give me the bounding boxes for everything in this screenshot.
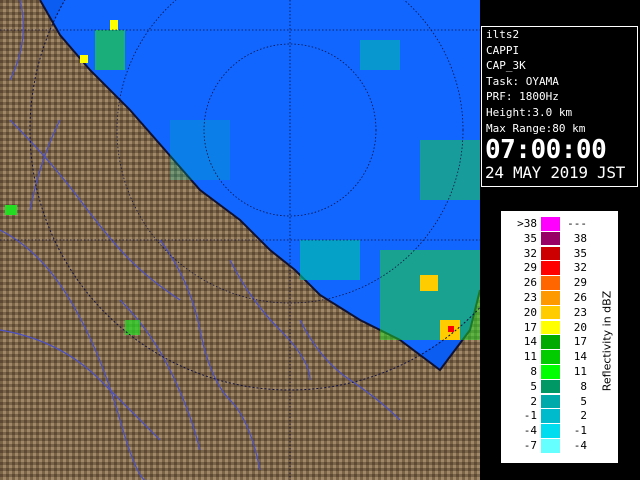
legend-low-value: 2 [530,394,537,408]
station-name: ilts2 [486,28,520,41]
legend-row: 23 26 [501,291,591,305]
side-panel: ilts2 CAPPI CAP_3K Task: OYAMA PRF: 1800… [480,0,640,480]
legend-color-swatch [541,261,560,275]
legend-high-value: 5 [580,394,587,408]
legend-low-value: 11 [523,350,537,364]
legend-high-value: 32 [573,261,587,275]
legend-color-swatch [541,305,560,320]
legend-color-swatch [541,409,560,423]
legend-low-value: 32 [523,246,537,260]
legend-low-value: 17 [523,320,537,334]
legend-color-swatch [541,246,560,261]
observation-date: 24 MAY 2019 JST [485,163,625,183]
legend-low-value: >38 [517,217,537,230]
legend-color-swatch [541,291,560,305]
legend-high-value: 11 [573,365,587,378]
observation-time: 07:00:00 [485,135,607,166]
legend-high-value: 20 [573,320,587,334]
legend-color-swatch [541,320,560,335]
legend-low-value: -4 [523,424,537,438]
height-value: Height:3.0 km [486,105,573,119]
legend-low-value: 23 [523,291,537,304]
legend-color-swatch [541,365,560,379]
task-name: Task: OYAMA [486,74,559,88]
legend-row: 14 17 [501,335,591,349]
legend-row: -4 -1 [501,424,591,438]
info-box: ilts2 CAPPI CAP_3K Task: OYAMA PRF: 1800… [481,26,638,187]
legend-color-swatch [541,424,560,438]
legend-color-swatch [541,276,560,290]
legend-row: 29 32 [501,261,591,275]
legend-row: 26 29 [501,276,591,290]
max-range-value: Max Range:80 km [486,121,586,135]
legend-color-swatch [541,439,560,453]
legend-low-value: 29 [523,261,537,275]
legend-high-value: -4 [573,439,587,452]
reflectivity-legend: >38 --- 35 38 32 35 29 32 26 29 23 26 20 23 17 20 14 17 11… [500,210,619,464]
legend-high-value: 17 [573,335,587,349]
product-type: CAPPI [486,43,520,57]
legend-row: 32 35 [501,246,591,261]
legend-high-value: 35 [573,246,587,260]
legend-high-value: 23 [573,305,587,319]
legend-high-value: 38 [573,231,587,245]
legend-high-value: 29 [573,276,587,290]
legend-row: >38 --- [501,217,591,231]
legend-low-value: 35 [523,231,537,245]
legend-row: 35 38 [501,231,591,246]
radar-map[interactable] [0,0,480,480]
legend-row: 11 14 [501,350,591,364]
legend-low-value: 20 [523,305,537,319]
legend-low-value: 8 [530,365,537,378]
legend-high-value: --- [567,217,587,230]
legend-low-value: 5 [530,379,537,393]
legend-color-swatch [541,379,560,394]
legend-row: 25 [501,394,591,409]
legend-row: -1 2 [501,409,591,423]
legend-high-value: 14 [573,350,587,364]
legend-color-swatch [541,217,560,231]
legend-row: 58 [501,379,591,394]
prf-value: PRF: 1800Hz [486,90,559,104]
scan-name: CAP_3K [486,59,526,73]
legend-low-value: 14 [523,335,537,349]
legend-low-value: 26 [523,276,537,290]
legend-high-value: 2 [580,409,587,423]
legend-row: 20 23 [501,305,591,320]
legend-high-value: -1 [573,424,587,438]
legend-color-swatch [541,231,560,246]
legend-row: 8 11 [501,365,591,379]
legend-row: -7 -4 [501,439,591,453]
legend-low-value: -1 [523,409,537,423]
legend-high-value: 26 [573,291,587,304]
legend-unit-label: Reflectivity in dBZ [600,290,614,392]
legend-color-swatch [541,335,560,349]
legend-color-swatch [541,350,560,364]
legend-row: 17 20 [501,320,591,335]
legend-color-swatch [541,394,560,409]
legend-low-value: -7 [523,439,537,452]
legend-high-value: 8 [580,379,587,393]
